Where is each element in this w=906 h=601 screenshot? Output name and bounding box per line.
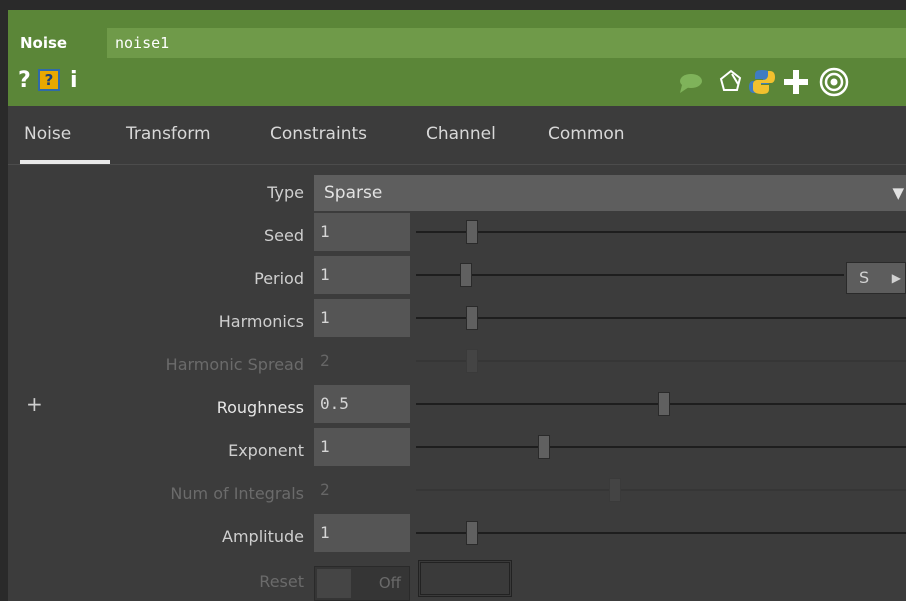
harmonic-spread-label: Harmonic Spread [165, 355, 304, 374]
harmonic-spread-slider-handle [466, 349, 478, 373]
name-row: Noise noise1 [8, 28, 906, 58]
python-icon[interactable] [748, 68, 776, 96]
seed-slider-handle[interactable] [466, 220, 478, 244]
viewer-icon[interactable] [818, 66, 850, 98]
operator-type-label: Noise [20, 34, 68, 52]
add-icon[interactable] [782, 68, 810, 96]
amplitude-slider-track[interactable] [416, 532, 906, 534]
reset-toggle-knob [317, 569, 351, 598]
tab-noise[interactable]: Noise [24, 124, 71, 144]
period-field[interactable]: 1 [314, 256, 410, 294]
roughness-field[interactable]: 0.5 [314, 385, 410, 423]
type-dropdown[interactable]: Sparse ▼ [314, 175, 906, 211]
exponent-slider-handle[interactable] [538, 435, 550, 459]
tabs-divider [8, 164, 906, 165]
question-icon[interactable]: ? [18, 66, 31, 96]
amplitude-field[interactable]: 1 [314, 514, 410, 552]
exponent-field[interactable]: 1 [314, 428, 410, 466]
period-slider-track[interactable] [416, 274, 844, 276]
operator-name-field[interactable]: noise1 [107, 28, 906, 58]
amplitude-slider-handle[interactable] [466, 521, 478, 545]
seed-label: Seed [264, 226, 304, 245]
parameter-panel: Noise noise1 ? ? i Noise Transform Const… [8, 10, 906, 601]
period-slider-handle[interactable] [460, 263, 472, 287]
roughness-label: Roughness [216, 398, 304, 417]
reset-label: Reset [259, 572, 304, 591]
num-integrals-slider-track [416, 489, 906, 491]
tab-channel[interactable]: Channel [426, 124, 496, 144]
reset-toggle-state: Off [378, 574, 401, 592]
harmonic-spread-field: 2 [314, 342, 410, 380]
period-units-label: S [859, 268, 870, 287]
harmonic-spread-slider-track [416, 360, 906, 362]
amplitude-label: Amplitude [222, 527, 304, 546]
chevron-down-icon: ▼ [892, 184, 904, 202]
chevron-right-icon: ▶ [891, 271, 901, 285]
tab-transform[interactable]: Transform [126, 124, 211, 144]
type-dropdown-value: Sparse [324, 183, 383, 203]
reset-pulse-button[interactable] [418, 560, 512, 597]
page-tabs: Noise Transform Constraints Channel Comm… [8, 106, 906, 166]
edit-icon[interactable] [718, 68, 744, 94]
type-label: Type [267, 183, 304, 202]
reset-toggle[interactable]: Off [314, 566, 410, 601]
harmonics-field[interactable]: 1 [314, 299, 410, 337]
roughness-slider-handle[interactable] [658, 392, 670, 416]
info-icon[interactable]: i [70, 66, 78, 96]
period-label: Period [254, 269, 304, 288]
header-icon-row: ? ? i [8, 62, 906, 102]
operator-header: Noise noise1 ? ? i [8, 10, 906, 106]
comment-icon[interactable] [678, 72, 704, 94]
tab-common[interactable]: Common [548, 124, 625, 144]
seed-field[interactable]: 1 [314, 213, 410, 251]
harmonics-label: Harmonics [218, 312, 304, 331]
period-units-button[interactable]: S ▶ [846, 262, 906, 294]
num-integrals-label: Num of Integrals [170, 484, 304, 503]
num-integrals-field: 2 [314, 471, 410, 509]
tab-constraints[interactable]: Constraints [270, 124, 367, 144]
exponent-slider-track[interactable] [416, 446, 906, 448]
harmonics-slider-handle[interactable] [466, 306, 478, 330]
python-help-icon[interactable]: ? [38, 69, 60, 91]
seed-slider-track[interactable] [416, 231, 906, 233]
num-integrals-slider-handle [609, 478, 621, 502]
exponent-label: Exponent [228, 441, 304, 460]
harmonics-slider-track[interactable] [416, 317, 906, 319]
